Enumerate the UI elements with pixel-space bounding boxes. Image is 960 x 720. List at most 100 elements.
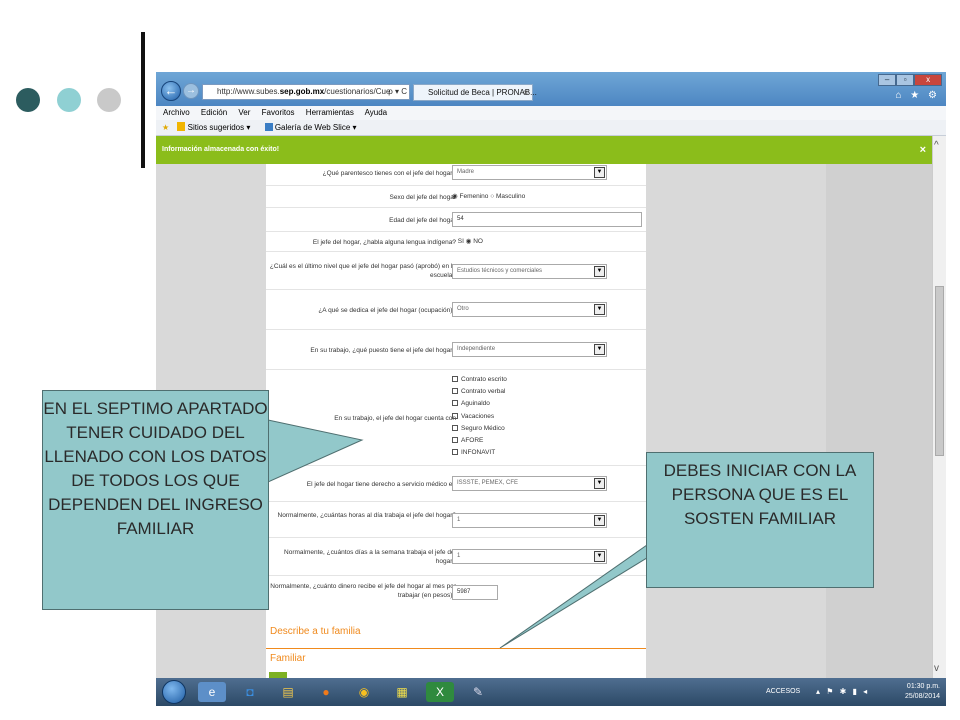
notification-close-icon[interactable]: × (920, 136, 926, 164)
lengua-radio-group: ○ SI ◉ NO (452, 237, 483, 246)
infonavit-checkbox[interactable]: INFONAVIT (452, 447, 507, 459)
ocupacion-label: ¿A qué se dedica el jefe del hogar (ocup… (318, 307, 456, 314)
address-tools-icons[interactable]: ρ ▾ C (388, 85, 407, 99)
form-row-edad: Edad del jefe del hogar 54 (266, 208, 646, 232)
sitios-sugeridos-link[interactable]: Sitios sugeridos ▾ (177, 122, 256, 132)
address-bar[interactable]: http://www.subes.sep.gob.mx/cuestionario… (202, 84, 410, 100)
horas-value: 1 (457, 517, 461, 523)
left-callout: EN EL SEPTIMO APARTADO TENER CUIDADO DEL… (42, 390, 269, 610)
light-teal-dot (57, 88, 81, 112)
restore-button[interactable]: ▫ (896, 74, 915, 86)
window-controls: – ▫ x (878, 74, 942, 86)
apps-grid-icon[interactable]: ▦ (388, 682, 416, 702)
sexo-radio-group: ◉ Femenino ○ Masculino (452, 192, 525, 201)
back-arrow-icon[interactable]: ← (161, 81, 181, 101)
chevron-down-icon: ▼ (594, 344, 605, 355)
menu-ayuda[interactable]: Ayuda (365, 108, 388, 117)
contrato-escrito-checkbox[interactable]: Contrato escrito (452, 374, 507, 386)
system-tray-icons[interactable]: ▴ ⚑ ✱ ▮ ◂ (816, 687, 869, 696)
si-radio[interactable]: ○ (452, 238, 456, 245)
form-row-sexo: Sexo del jefe del hogar ◉ Femenino ○ Mas… (266, 186, 646, 208)
contrato-verbal-checkbox[interactable]: Contrato verbal (452, 386, 507, 398)
menu-edicion[interactable]: Edición (201, 108, 227, 117)
start-button[interactable] (162, 680, 186, 704)
menu-archivo[interactable]: Archivo (163, 108, 190, 117)
menu-favoritos[interactable]: Favoritos (262, 108, 295, 117)
chevron-down-icon: ▼ (594, 551, 605, 562)
dias-label: Normalmente, ¿cuántos días a la semana t… (284, 549, 456, 565)
checkbox-icon (452, 376, 458, 382)
paint-icon[interactable]: ✎ (464, 682, 492, 702)
vertical-divider (141, 32, 145, 168)
prestaciones-label: En su trabajo, el jefe del hogar cuenta … (334, 415, 456, 422)
checkbox-label: Seguro Médico (461, 424, 505, 432)
parentesco-label: ¿Qué parentesco tienes con el jefe del h… (322, 170, 456, 177)
tab-title: Solicitud de Beca | PRONAB... (428, 88, 537, 97)
minimize-button[interactable]: – (878, 74, 897, 86)
menu-ver[interactable]: Ver (238, 108, 250, 117)
windows-taskbar: e ◘ ▤ ● ◉ ▦ X ✎ ACCESOS ▴ ⚑ ✱ ▮ ◂ 01:30 … (156, 678, 946, 706)
femenino-radio[interactable]: ◉ (452, 193, 458, 200)
seguro-medico-checkbox[interactable]: Seguro Médico (452, 423, 507, 435)
nivel-select[interactable]: Estudios técnicos y comerciales ▼ (452, 264, 607, 279)
scroll-thumb[interactable] (935, 286, 944, 456)
accesos-label[interactable]: ACCESOS (766, 688, 800, 695)
scroll-down-icon[interactable]: v (934, 663, 939, 674)
forward-arrow-icon[interactable]: → (183, 83, 199, 99)
dark-teal-dot (16, 88, 40, 112)
dinero-input[interactable]: 5987 (452, 585, 498, 600)
form-row-prestaciones: En su trabajo, el jefe del hogar cuenta … (266, 370, 646, 466)
parentesco-select[interactable]: Madre ▼ (452, 165, 607, 180)
no-radio[interactable]: ◉ (466, 238, 472, 245)
form-row-lengua: El jefe del hogar, ¿habla alguna lengua … (266, 232, 646, 252)
excel-icon[interactable]: X (426, 682, 454, 702)
form-row-puesto: En su trabajo, ¿qué puesto tiene el jefe… (266, 330, 646, 370)
dias-value: 1 (457, 553, 461, 559)
form-row-parentesco: ¿Qué parentesco tienes con el jefe del h… (266, 164, 646, 186)
checkbox-label: Vacaciones (461, 412, 495, 420)
masculino-radio[interactable]: ○ (490, 193, 494, 200)
checkbox-icon (452, 400, 458, 407)
right-callout: DEBES INICIAR CON LA PERSONA QUE ES EL S… (646, 452, 874, 588)
home-favorites-tools-icons[interactable]: ⌂ ★ ⚙ (895, 90, 940, 101)
tab-close-icon[interactable]: × (523, 85, 528, 100)
checkbox-label: Contrato escrito (461, 376, 507, 383)
internet-explorer-icon[interactable]: e (198, 682, 226, 702)
close-window-button[interactable]: x (914, 74, 942, 86)
scroll-up-icon[interactable]: ^ (934, 140, 939, 151)
chevron-down-icon: ▼ (594, 478, 605, 489)
edad-label: Edad del jefe del hogar (389, 217, 456, 224)
slide: ← → http://www.subes.sep.gob.mx/cuestion… (0, 0, 960, 720)
section-subtitle: Familiar (270, 653, 306, 664)
web-slice-link[interactable]: Galería de Web Slice ▾ (264, 123, 363, 132)
clock[interactable]: 01:30 p.m. 25/08/2014 (905, 682, 940, 702)
chevron-down-icon: ▼ (594, 266, 605, 277)
ocupacion-value: Otro (457, 306, 469, 312)
afore-checkbox[interactable]: AFORE (452, 435, 507, 447)
dias-select[interactable]: 1 ▼ (452, 549, 607, 564)
horas-select[interactable]: 1 ▼ (452, 513, 607, 528)
media-player-icon[interactable]: ◘ (236, 682, 264, 702)
browser-titlebar: ← → http://www.subes.sep.gob.mx/cuestion… (156, 72, 946, 106)
file-explorer-icon[interactable]: ▤ (274, 682, 302, 702)
tab-solicitud-beca[interactable]: Solicitud de Beca | PRONAB... × (413, 84, 537, 101)
form-row-dias: Normalmente, ¿cuántos días a la semana t… (266, 538, 646, 576)
edad-input[interactable]: 54 (452, 212, 642, 227)
firefox-icon[interactable]: ● (312, 682, 340, 702)
servicio-select[interactable]: ISSSTE, PEMEX, CFE ▼ (452, 476, 607, 491)
menu-herramientas[interactable]: Herramientas (306, 108, 354, 117)
puesto-value: Independiente (457, 346, 496, 352)
vacaciones-checkbox[interactable]: Vacaciones (452, 411, 507, 423)
vertical-scrollbar[interactable]: ^ v (932, 136, 946, 678)
favorites-star-icon[interactable]: ★ (162, 123, 169, 132)
bing-icon (177, 122, 186, 131)
si-label: SI (457, 238, 464, 245)
puesto-select[interactable]: Independiente ▼ (452, 342, 607, 357)
ocupacion-select[interactable]: Otro ▼ (452, 302, 607, 317)
masculino-label: Masculino (495, 193, 526, 200)
aguinaldo-checkbox[interactable]: Aguinaldo (452, 398, 507, 410)
nivel-label: ¿Cuál es el último nivel que el jefe del… (269, 263, 456, 279)
browser-screenshot: ← → http://www.subes.sep.gob.mx/cuestion… (156, 72, 946, 706)
chrome-icon[interactable]: ◉ (350, 682, 378, 702)
nivel-value: Estudios técnicos y comerciales (457, 268, 543, 274)
